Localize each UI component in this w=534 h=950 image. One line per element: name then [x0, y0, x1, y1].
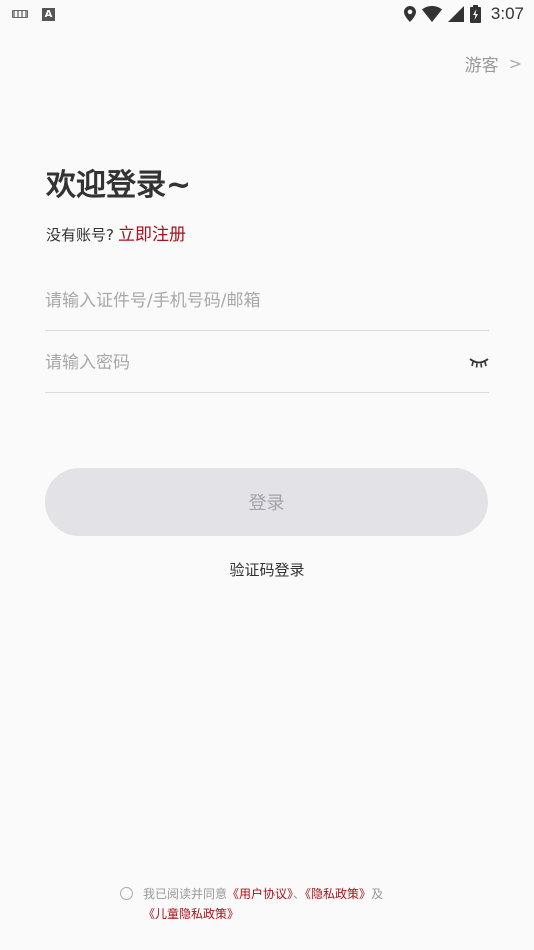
agreement-text: 我已阅读并同意《用户协议》、《隐私政策》及《儿童隐私政策》 [143, 884, 383, 924]
no-account-text: 没有账号? [46, 226, 114, 244]
register-link[interactable]: 立即注册 [118, 220, 186, 245]
status-left: A [12, 7, 55, 21]
signal-icon [447, 6, 464, 22]
login-screen: A 3:07 游客 > 欢迎登录~ 没有账号? 立即注册 请输入证件号/手机号码… [0, 0, 534, 950]
sms-login-link[interactable]: 验证码登录 [0, 559, 534, 580]
status-bar: A 3:07 [0, 0, 534, 28]
page-title: 欢迎登录~ [46, 168, 192, 203]
wifi-icon [421, 6, 442, 22]
a-icon: A [42, 7, 55, 21]
user-agreement-link[interactable]: 《用户协议》 [227, 887, 293, 901]
agreement-and: 及 [371, 887, 384, 901]
privacy-policy-link[interactable]: 《隐私政策》 [305, 887, 371, 901]
login-button[interactable]: 登录 [45, 468, 488, 536]
guest-label: 游客 [464, 56, 499, 76]
agreement-separator: 、 [293, 887, 306, 901]
register-row: 没有账号? 立即注册 [46, 220, 186, 245]
status-right: 3:07 [403, 4, 524, 24]
account-field-wrapper [45, 271, 489, 331]
agreement-prefix: 我已阅读并同意 [143, 887, 228, 901]
password-field-wrapper [45, 333, 489, 393]
guest-link[interactable]: 游客 > [465, 51, 522, 76]
agree-checkbox[interactable] [120, 887, 133, 900]
children-privacy-policy-link[interactable]: 《儿童隐私政策》 [143, 907, 239, 921]
location-icon [403, 6, 416, 22]
eye-closed-icon[interactable] [469, 356, 489, 370]
password-input[interactable] [45, 352, 469, 373]
status-time: 3:07 [490, 4, 524, 23]
agreement: 我已阅读并同意《用户协议》、《隐私政策》及《儿童隐私政策》 [120, 884, 440, 924]
chevron-right-icon: > [508, 54, 522, 73]
battery-charging-icon [469, 5, 481, 23]
account-input[interactable] [45, 290, 489, 311]
keyboard-icon [12, 10, 28, 18]
